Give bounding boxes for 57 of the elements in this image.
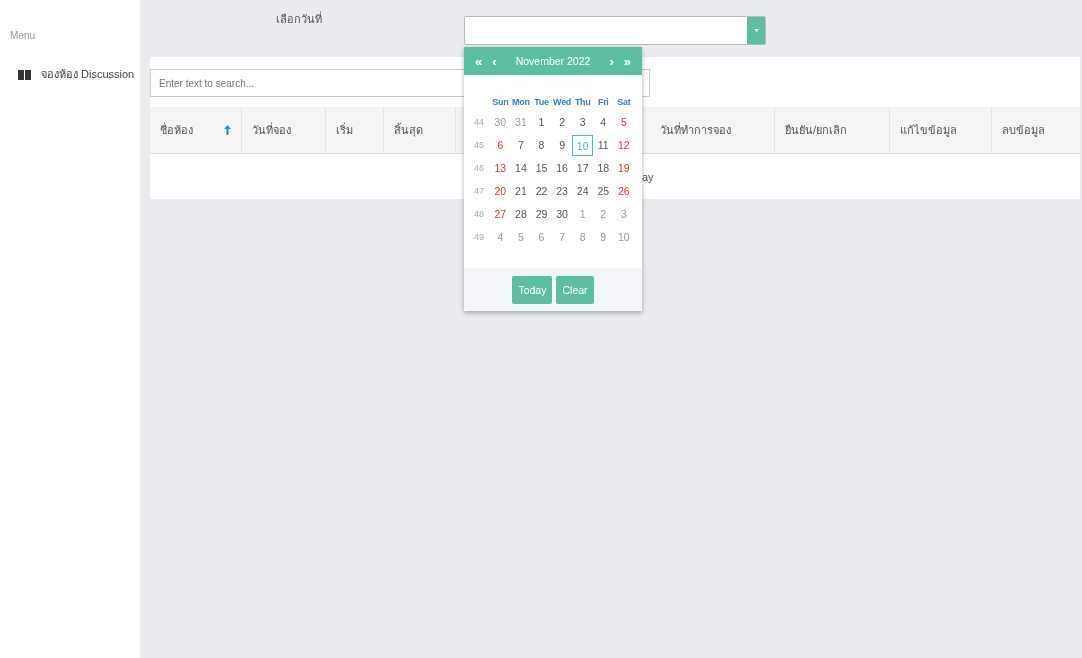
column-header[interactable]: ยืนยัน/ยกเลิก [775, 107, 890, 153]
week-number: 49 [473, 231, 485, 244]
calendar-day[interactable]: 17 [572, 158, 593, 179]
column-header[interactable]: แก้ไขข้อมูล [890, 107, 992, 153]
column-header[interactable]: วันที่ทำการจอง [650, 107, 775, 153]
calendar-day[interactable]: 11 [592, 135, 614, 156]
weekday-label: Thu [573, 96, 592, 109]
calendar-day[interactable]: 16 [551, 158, 573, 179]
calendar-day[interactable]: 28 [510, 204, 532, 225]
calendar-day[interactable]: 2 [551, 112, 573, 133]
weekday-label: Wed [552, 96, 573, 109]
calendar-day[interactable]: 8 [531, 135, 552, 156]
calendar-day[interactable]: 1 [531, 112, 552, 133]
weekday-label: Sun [491, 96, 510, 109]
column-header[interactable]: เริ่ม [326, 107, 384, 153]
calendar-day[interactable]: 23 [551, 181, 573, 202]
calendar-day[interactable]: 3 [572, 112, 593, 133]
calendar-day[interactable]: 4 [592, 112, 614, 133]
calendar-day[interactable]: 5 [613, 112, 635, 133]
caret-icon [753, 29, 759, 32]
empty-message: ay [642, 170, 654, 183]
week-number: 44 [473, 116, 485, 129]
calendar-day[interactable]: 22 [531, 181, 552, 202]
calendar-day[interactable]: 24 [572, 181, 593, 202]
column-header[interactable]: ชื่อห้อง [150, 107, 242, 153]
calendar-day[interactable]: 6 [490, 135, 511, 156]
calendar-day[interactable]: 14 [510, 158, 532, 179]
weekday-label: Tue [533, 96, 550, 109]
calendar-day[interactable]: 26 [613, 181, 635, 202]
calendar-day[interactable]: 18 [592, 158, 614, 179]
calendar-day[interactable]: 21 [510, 181, 532, 202]
week-number: 45 [473, 139, 485, 152]
calendar-day[interactable]: 27 [490, 204, 511, 225]
calendar-day[interactable]: 29 [531, 204, 552, 225]
weekday-label: Sat [616, 96, 632, 109]
calendar-day[interactable]: 15 [531, 158, 552, 179]
column-header[interactable]: สิ้นสุด [384, 107, 456, 153]
calendar-day[interactable]: 13 [490, 158, 511, 179]
week-number: 46 [473, 162, 485, 175]
calendar-day[interactable]: 12 [613, 135, 635, 156]
weekday-label: Mon [511, 96, 531, 109]
book-icon [18, 68, 31, 80]
calendar-day[interactable]: 25 [592, 181, 614, 202]
calendar-day[interactable]: 9 [551, 135, 573, 156]
column-header[interactable]: วันที่จอง [242, 107, 326, 153]
calendar-day[interactable]: 19 [613, 158, 635, 179]
column-header[interactable]: ลบข้อมูล [992, 107, 1080, 153]
date-field[interactable] [464, 16, 766, 45]
date-label: เลือกวันที่ [276, 10, 322, 27]
calendar-day[interactable]: 30 [551, 204, 573, 225]
week-number: 48 [473, 208, 485, 221]
calendar-day[interactable]: 7 [510, 135, 532, 156]
menu-title: Menu [10, 30, 36, 41]
sidebar-item[interactable]: จองห้อง Discussion [10, 65, 140, 83]
calendar-day[interactable]: 20 [490, 181, 511, 202]
week-number: 47 [473, 185, 485, 198]
weekday-label: Fri [596, 96, 610, 109]
